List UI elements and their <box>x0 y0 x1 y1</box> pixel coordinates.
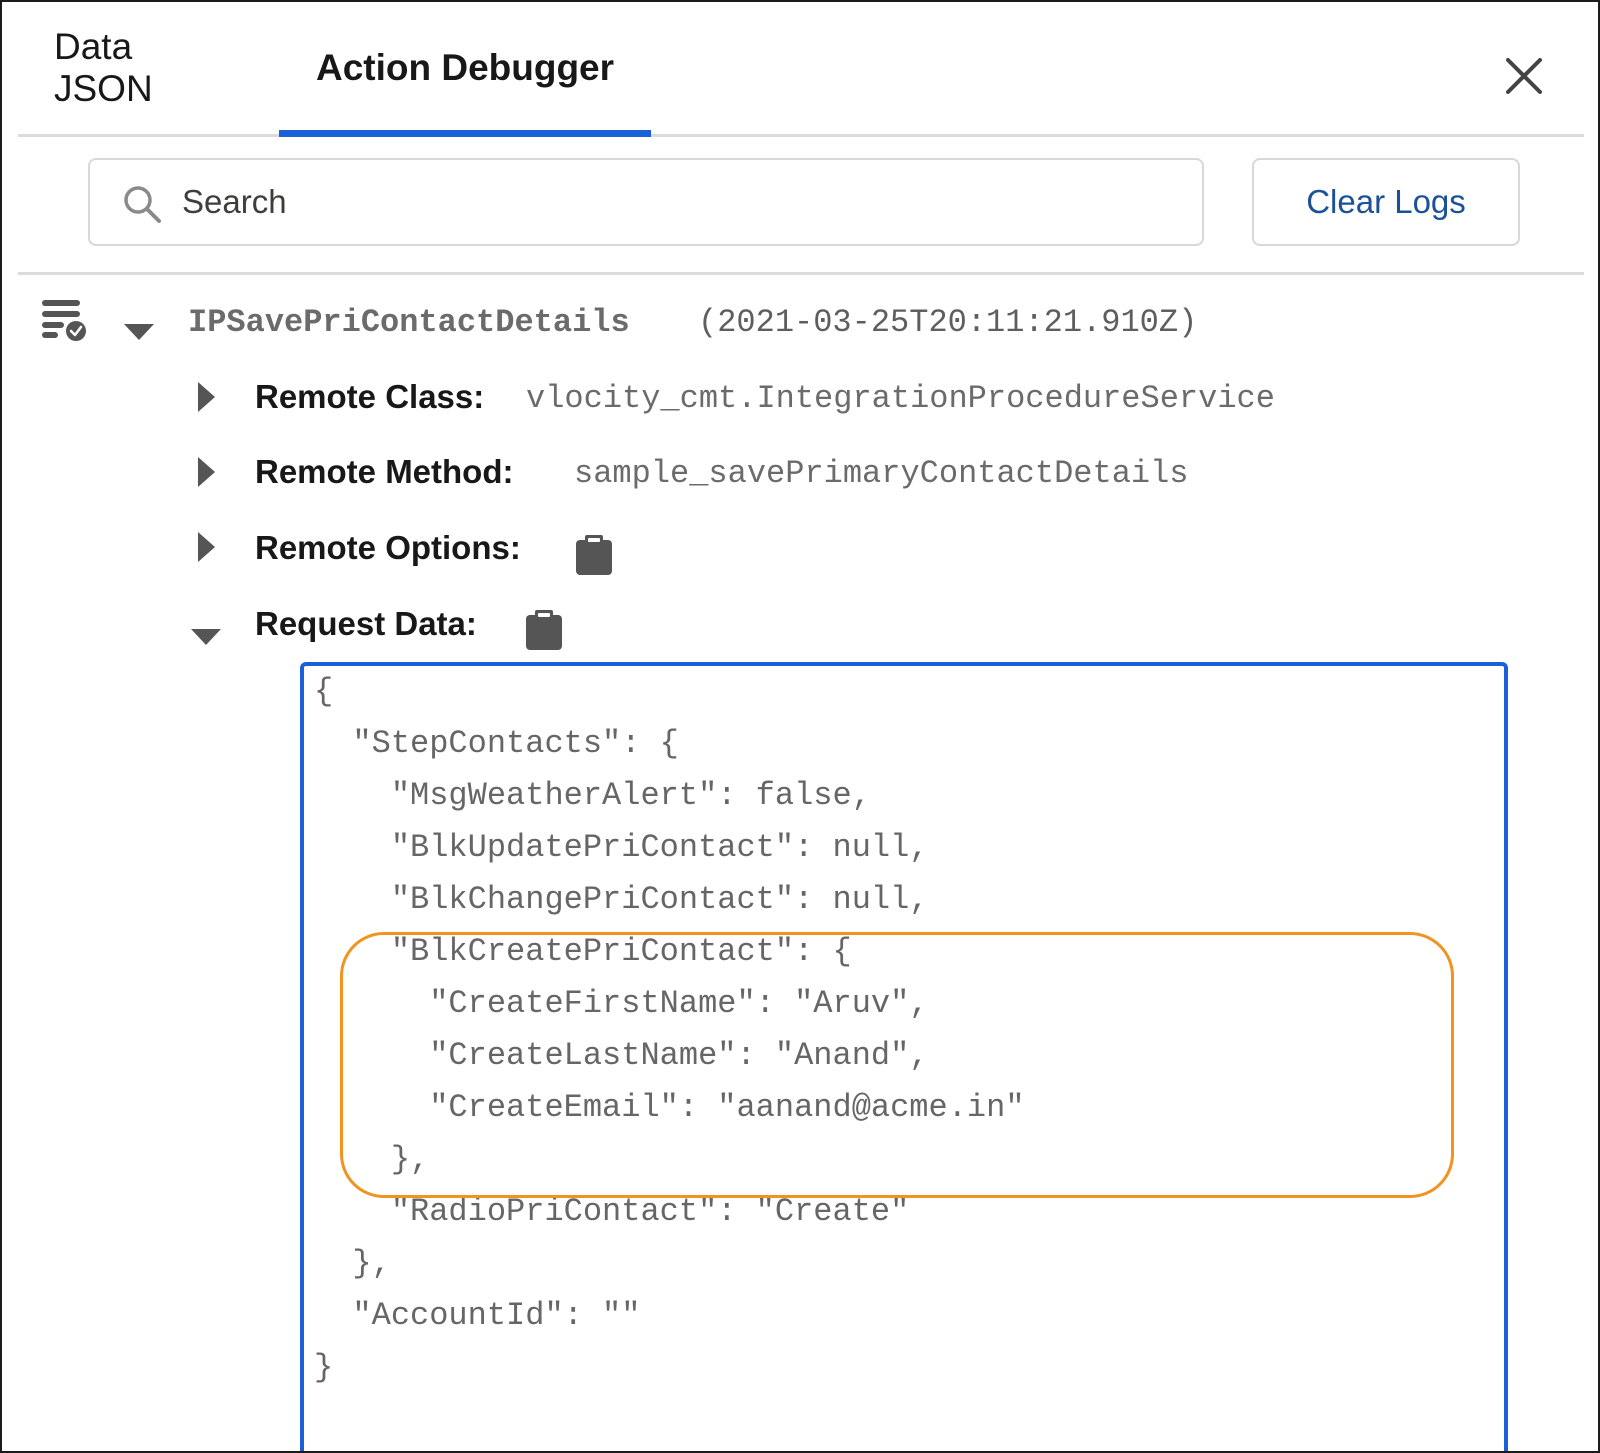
collapse-log-entry-icon[interactable] <box>124 324 154 340</box>
remote-method-value: sample_savePrimaryContactDetails <box>574 455 1189 492</box>
search-input[interactable] <box>182 174 1182 230</box>
log-entry-name[interactable]: IPSavePriContactDetails <box>188 304 630 341</box>
json-line: "MsgWeatherAlert": false, <box>314 777 871 814</box>
collapse-request-data-icon[interactable] <box>191 629 221 645</box>
tab-bar: Data JSON Action Debugger <box>18 2 1584 137</box>
search-box <box>88 158 1204 246</box>
json-line: "AccountId": "" <box>314 1297 641 1334</box>
remote-method-label: Remote Method: <box>255 453 514 490</box>
json-line: }, <box>314 1141 430 1178</box>
json-line: } <box>314 1349 334 1386</box>
json-line: "BlkUpdatePriContact": null, <box>314 829 929 866</box>
expand-remote-options-icon[interactable] <box>198 532 215 562</box>
json-line: }, <box>314 1245 391 1282</box>
tab-data-json[interactable]: Data JSON <box>54 2 240 134</box>
json-line: { <box>314 673 334 710</box>
json-line: "CreateLastName": "Anand", <box>314 1037 929 1074</box>
json-line: "StepContacts": { <box>314 725 679 762</box>
tab-action-debugger[interactable]: Action Debugger <box>279 2 651 137</box>
close-icon[interactable] <box>1502 54 1546 98</box>
search-icon <box>124 186 161 223</box>
remote-options-label: Remote Options: <box>255 529 521 566</box>
remote-class-value: vlocity_cmt.IntegrationProcedureService <box>526 380 1275 417</box>
json-line: "RadioPriContact": "Create" <box>314 1193 910 1230</box>
toolbar-divider <box>18 272 1584 275</box>
json-line: "BlkCreatePriContact": { <box>314 933 852 970</box>
action-debugger-panel: Data JSON Action Debugger Clear Logs IPS… <box>0 0 1600 1453</box>
expand-remote-method-icon[interactable] <box>198 457 215 487</box>
request-data-label: Request Data: <box>255 605 477 642</box>
json-line: "BlkChangePriContact": null, <box>314 881 929 918</box>
remote-class-label: Remote Class: <box>255 378 485 415</box>
json-line: "CreateEmail": "aanand@acme.in" <box>314 1089 1025 1126</box>
json-line: "CreateFirstName": "Aruv", <box>314 985 929 1022</box>
clear-logs-button[interactable]: Clear Logs <box>1252 158 1520 246</box>
clipboard-icon[interactable] <box>526 610 562 650</box>
log-list-check-icon <box>42 300 86 341</box>
expand-remote-class-icon[interactable] <box>198 382 215 412</box>
clipboard-icon[interactable] <box>576 535 612 575</box>
log-entry-timestamp: (2021-03-25T20:11:21.910Z) <box>698 304 1198 341</box>
request-data-json-viewer[interactable]: { "StepContacts": { "MsgWeatherAlert": f… <box>300 662 1508 1451</box>
